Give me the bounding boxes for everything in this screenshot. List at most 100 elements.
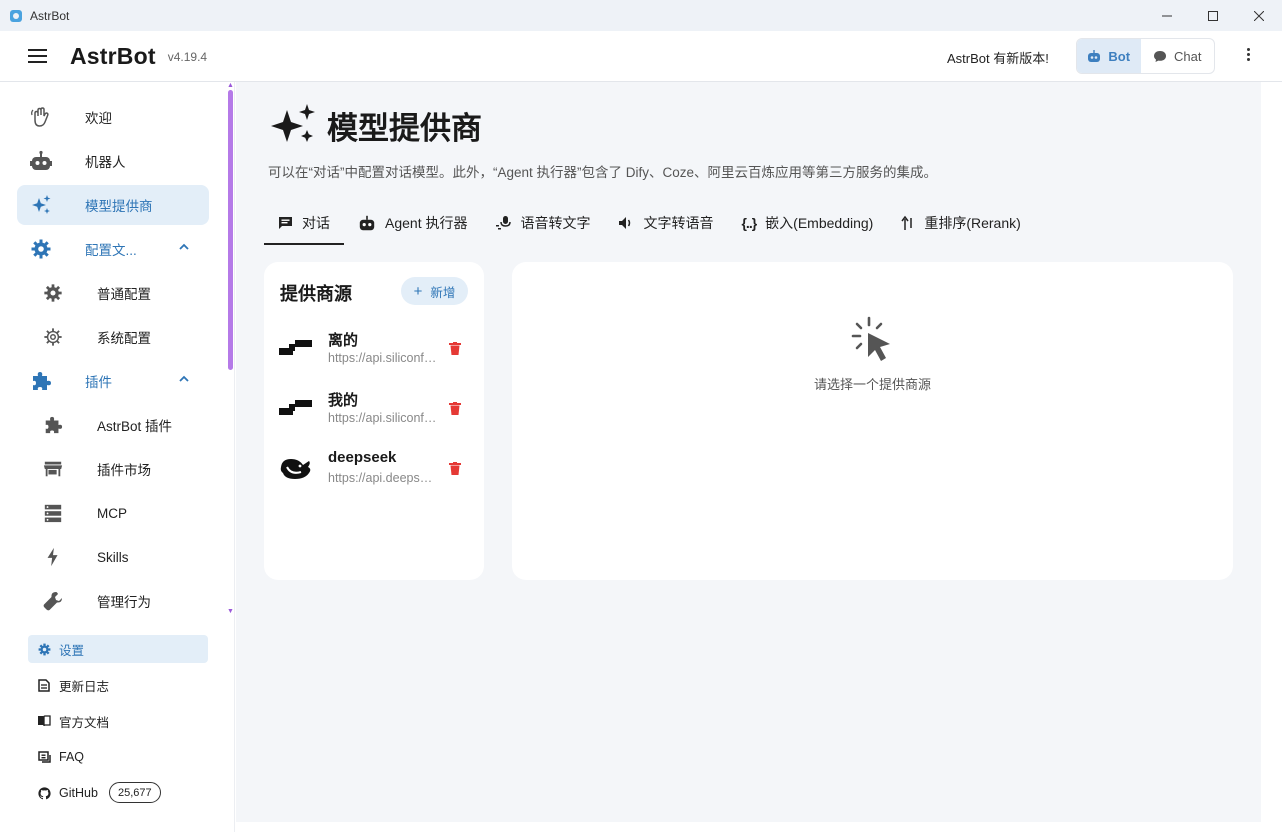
provider-name: deepseek [328, 449, 397, 466]
menu-toggle-icon[interactable] [28, 49, 48, 63]
provider-url: https://api.deepseek.com/v1 [328, 471, 438, 485]
minimize-icon [1162, 15, 1172, 16]
sidebar-item-skills[interactable]: Skills [17, 537, 209, 577]
tab-label: 语音转文字 [520, 214, 591, 231]
tab-embedding[interactable]: {..} 嵌入(Embedding) [727, 200, 887, 245]
sidebar-item-normal-config[interactable]: 普通配置 [17, 273, 209, 313]
tab-label: 重排序(Rerank) [924, 214, 1021, 231]
bot-mode-label: Bot [1108, 48, 1131, 64]
puzzle-icon [41, 414, 65, 436]
robot-icon [359, 215, 375, 230]
sidebar-item-mcp[interactable]: MCP [17, 493, 209, 533]
robot-icon [29, 150, 53, 172]
sidebar-item-model-providers[interactable]: 模型提供商 [17, 185, 209, 225]
tab-label: Agent 执行器 [385, 214, 468, 231]
delete-icon[interactable] [449, 342, 461, 355]
app-header: AstrBot v4.19.4 AstrBot 有新版本! Bot Chat [0, 31, 1282, 82]
maximize-icon [1208, 10, 1218, 21]
sidebar-item-manage-behavior[interactable]: 管理行为 [17, 581, 209, 621]
window-titlebar: AstrBot [0, 0, 1282, 31]
sidebar-scrollbar[interactable] [228, 90, 233, 370]
provider-source-panel: 提供商源 + 新增 离的 https://api.siliconflow.cn/… [264, 262, 484, 580]
tab-chat[interactable]: 对话 [264, 200, 344, 245]
docs-label: 官方文档 [59, 715, 110, 730]
brand-logo: AstrBot [70, 42, 156, 69]
settings-label: 设置 [59, 643, 85, 658]
window-title: AstrBot [30, 8, 70, 23]
mode-toggle: Bot Chat [1076, 38, 1215, 74]
maximize-button[interactable] [1190, 0, 1236, 31]
sidebar-item-label: 插件市场 [97, 463, 151, 478]
sidebar-item-label: 插件 [85, 375, 112, 390]
scroll-down-arrow[interactable]: ▼ [227, 608, 234, 615]
add-button-label: 新增 [430, 285, 456, 300]
provider-url: https://api.siliconflow.cn/v1 [328, 411, 438, 425]
chat-mode-button[interactable]: Chat [1141, 39, 1214, 73]
puzzle-icon [29, 370, 53, 392]
sidebar-footer-github[interactable]: GitHub 25,677 [28, 779, 208, 807]
sidebar-group-config[interactable]: 配置文... [17, 229, 209, 269]
chat-icon [279, 216, 292, 229]
window-controls [1144, 0, 1282, 31]
gear-outline-icon [41, 326, 65, 348]
sidebar: ▲ ▼ 欢迎 机器人 模型提供商 配置文... 普通配置 系统配置 插件 Ast… [0, 82, 235, 832]
tab-rerank[interactable]: 重排序(Rerank) [887, 200, 1034, 245]
provider-url: https://api.siliconflow.cn/v1 [328, 351, 438, 365]
version-label: v4.19.4 [167, 50, 208, 64]
sidebar-footer-settings[interactable]: 设置 [28, 635, 208, 663]
right-gutter [1261, 82, 1282, 832]
provider-source-item[interactable]: 我的 https://api.siliconflow.cn/v1 [264, 383, 484, 433]
main-content: 模型提供商 可以在“对话”中配置对话模型。此外，“Agent 执行器”包含了 D… [236, 82, 1261, 822]
scroll-up-arrow[interactable]: ▲ [227, 82, 234, 89]
gear-icon [37, 642, 51, 656]
page-header: 模型提供商 [269, 102, 482, 148]
page-subtitle: 可以在“对话”中配置对话模型。此外，“Agent 执行器”包含了 Dify、Co… [268, 165, 938, 180]
siliconflow-logo [279, 400, 312, 415]
update-notice[interactable]: AstrBot 有新版本! [947, 48, 1049, 67]
provider-tabs: 对话 Agent 执行器 语音转文字 文字转语音 {..} 嵌入(Embeddi… [264, 200, 1035, 245]
sidebar-item-label: 配置文... [85, 243, 137, 258]
sidebar-item-welcome[interactable]: 欢迎 [17, 97, 209, 137]
chevron-up-icon [179, 375, 189, 382]
document-icon [37, 678, 51, 692]
github-icon [37, 786, 51, 800]
sidebar-item-system-config[interactable]: 系统配置 [17, 317, 209, 357]
provider-source-item[interactable]: 离的 https://api.siliconflow.cn/v1 [264, 323, 484, 373]
empty-state-message: 请选择一个提供商源 [813, 377, 931, 392]
close-icon [1254, 10, 1264, 21]
delete-icon[interactable] [449, 462, 461, 475]
delete-icon[interactable] [449, 402, 461, 415]
chat-mode-label: Chat [1174, 48, 1202, 64]
sidebar-item-bots[interactable]: 机器人 [17, 141, 209, 181]
lightning-icon [41, 546, 65, 568]
sparkles-icon [271, 104, 315, 142]
tab-text-to-speech[interactable]: 文字转语音 [604, 200, 727, 245]
provider-source-title: 提供商源 [280, 284, 352, 304]
sidebar-item-label: MCP [97, 505, 127, 521]
sidebar-group-plugins[interactable]: 插件 [17, 361, 209, 401]
tab-speech-to-text[interactable]: 语音转文字 [481, 200, 604, 245]
cursor-click-icon [851, 316, 890, 361]
gear-icon [29, 238, 53, 260]
sidebar-item-label: 普通配置 [97, 287, 151, 302]
add-provider-source-button[interactable]: + 新增 [401, 277, 468, 305]
mic-icon [496, 215, 512, 229]
sidebar-item-label: 欢迎 [85, 111, 112, 126]
sidebar-footer-docs[interactable]: 官方文档 [28, 707, 208, 735]
chevron-up-icon [179, 243, 189, 250]
github-label: GitHub [59, 786, 98, 800]
tab-agent-executor[interactable]: Agent 执行器 [344, 200, 481, 245]
bot-mode-button[interactable]: Bot [1077, 39, 1141, 73]
close-button[interactable] [1236, 0, 1282, 31]
more-options-icon[interactable] [1245, 48, 1251, 64]
wrench-icon [41, 590, 65, 612]
minimize-button[interactable] [1144, 0, 1190, 31]
sidebar-footer-faq[interactable]: FAQ [28, 743, 208, 771]
deepseek-logo [280, 459, 311, 479]
provider-source-item[interactable]: deepseek https://api.deepseek.com/v1 [264, 443, 484, 493]
sidebar-footer-changelog[interactable]: 更新日志 [28, 671, 208, 699]
sparkles-icon [29, 194, 53, 216]
sidebar-item-astrbot-plugins[interactable]: AstrBot 插件 [17, 405, 209, 445]
tab-label: 嵌入(Embedding) [765, 214, 874, 231]
sidebar-item-plugin-market[interactable]: 插件市场 [17, 449, 209, 489]
